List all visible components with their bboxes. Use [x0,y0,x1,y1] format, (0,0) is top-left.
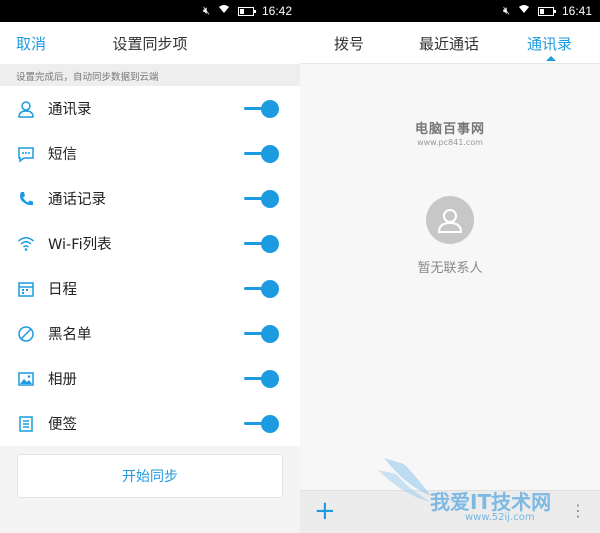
sync-toggle[interactable] [244,325,280,343]
calendar-icon [17,280,35,298]
note-icon [17,415,35,433]
dialer-tabs: 拨号 最近通话 通讯录 [300,22,600,64]
watermark-title: 电脑百事网 [414,122,485,137]
bottom-watermark-title: 我爱IT技术网 [430,490,552,514]
sync-item-label: 黑名单 [48,327,92,343]
sync-item-row: 日程 [0,266,300,311]
sync-item-row: Wi-Fi列表 [0,221,300,266]
start-sync-button[interactable]: 开始同步 [17,454,283,498]
sync-toggle[interactable] [244,370,280,388]
contact-icon [17,100,35,118]
sync-button-area: 开始同步 [0,446,300,533]
sync-toggle[interactable] [244,145,280,163]
status-time: 16:41 [561,4,592,18]
sync-item-row: 短信 [0,131,300,176]
sync-item-label: 便签 [48,417,77,433]
mute-icon: 🔇︎ [203,5,210,17]
sync-item-label: 日程 [48,282,77,298]
phone-icon [17,190,35,208]
mute-icon: 🔇︎ [503,5,510,17]
sync-item-row: 相册 [0,356,300,401]
status-bar: 🔇︎ 16:41 [300,0,600,22]
sync-item-label: 通话记录 [48,192,106,208]
message-icon [17,145,35,163]
sync-toggle[interactable] [244,280,280,298]
tab-recent-calls[interactable]: 最近通话 [419,33,479,54]
sync-item-row: 通话记录 [0,176,300,221]
sync-item-label: 相册 [48,372,77,388]
tab-dial[interactable]: 拨号 [334,33,364,54]
sync-item-label: 通讯录 [48,102,92,118]
bottom-watermark-url: www.52ij.com [465,512,535,523]
more-options-icon[interactable]: ⋮ [570,501,586,520]
sync-item-label: Wi-Fi列表 [48,237,112,253]
active-tab-indicator [546,56,556,61]
wifi-status-icon [218,4,230,18]
battery-icon [237,6,256,16]
sync-hint: 设置完成后，自动同步数据到云端 [0,64,300,86]
empty-contact-avatar-icon [426,196,474,244]
sync-toggle[interactable] [244,100,280,118]
sync-toggle[interactable] [244,415,280,433]
sync-item-list: 通讯录短信通话记录 Wi-Fi列表 日程黑名单相册便签 [0,86,300,446]
add-contact-button[interactable]: + [314,497,336,525]
sync-item-row: 通讯录 [0,86,300,131]
status-bar: 🔇︎ 16:42 [0,0,300,22]
sync-item-row: 便签 [0,401,300,446]
tab-contacts[interactable]: 通讯录 [527,33,572,54]
empty-state-text: 暂无联系人 [417,261,483,276]
watermark-url: www.pc841.com [417,138,483,147]
header: 取消 设置同步项 [0,22,300,64]
sync-toggle[interactable] [244,235,280,253]
site-watermark: 电脑百事网 www.pc841.com [300,118,600,147]
sync-toggle[interactable] [244,190,280,208]
sync-item-row: 黑名单 [0,311,300,356]
wifi-icon [17,235,35,253]
contacts-screen: 🔇︎ 16:41 拨号 最近通话 通讯录 电脑百事网 www.pc841.com… [300,0,600,533]
sync-settings-screen: 🔇︎ 16:42 取消 设置同步项 设置完成后，自动同步数据到云端 通讯录 短信通… [0,0,300,533]
image-icon [17,370,35,388]
status-time: 16:42 [261,4,292,18]
sync-item-label: 短信 [48,147,77,163]
wifi-status-icon [518,4,530,18]
block-icon [17,325,35,343]
page-title: 设置同步项 [112,35,188,53]
battery-icon [537,6,556,16]
